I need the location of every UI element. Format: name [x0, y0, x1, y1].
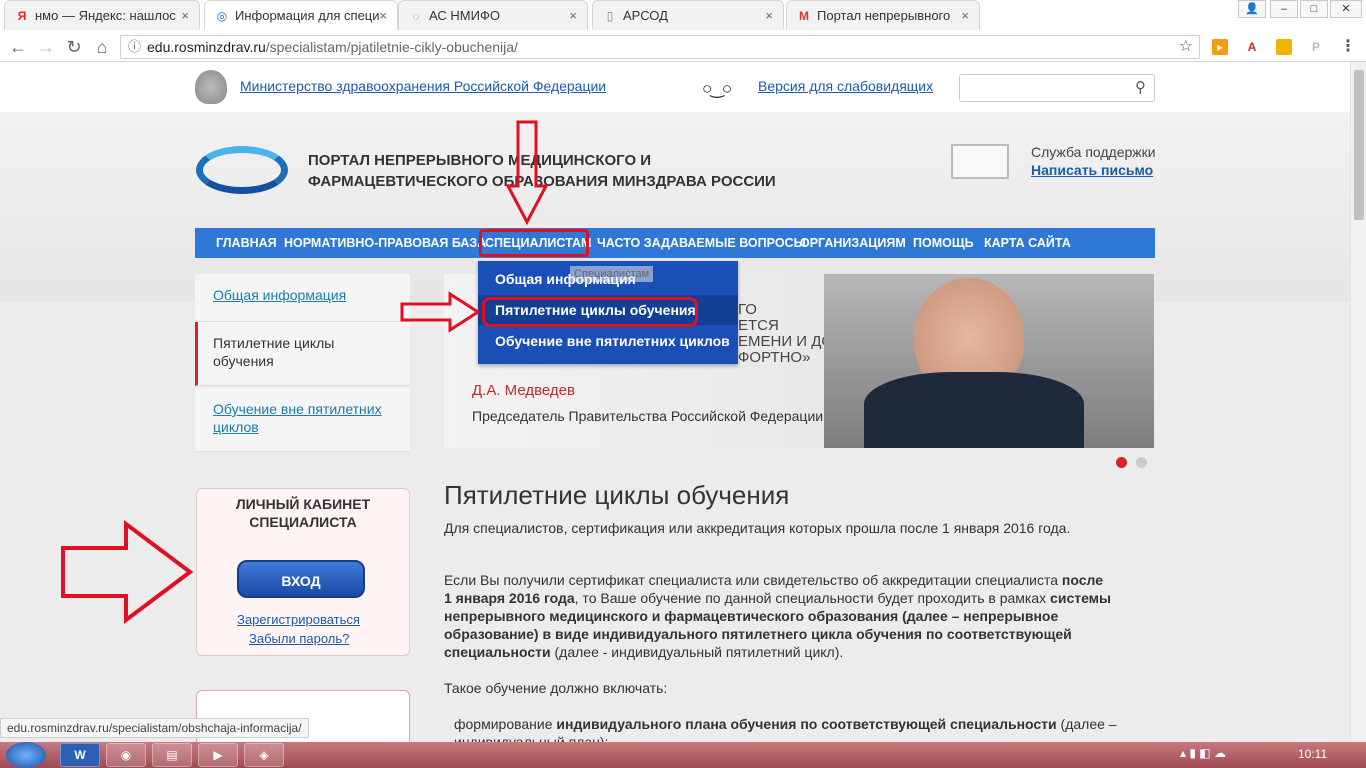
word-taskbar-icon[interactable]: W — [60, 743, 100, 767]
tab-title: АС НМИФО — [429, 8, 500, 23]
extension-icon[interactable]: ▸ — [1212, 39, 1228, 55]
page-icon: ▯ — [606, 9, 614, 23]
loading-icon: ◌ — [412, 9, 420, 23]
menu-icon[interactable]: ⋮ — [1340, 39, 1356, 55]
extension-icon[interactable]: A — [1244, 39, 1260, 55]
extension-icon[interactable] — [1276, 39, 1292, 55]
arrow-right-annotation — [400, 291, 481, 333]
page-scrollbar[interactable] — [1350, 62, 1366, 742]
windows-taskbar: W ◉ ▤ ▶ ◈ ▴ ▮ ◧ ☁ 10:11 — [0, 742, 1366, 768]
profile-icon[interactable]: 👤 — [1238, 0, 1266, 18]
tab-title: Портал непрерывного — [817, 8, 951, 23]
home-icon[interactable]: ⌂ — [90, 35, 114, 59]
close-tab-icon[interactable]: × — [379, 1, 387, 30]
tab-title: АРСОД — [623, 8, 668, 23]
url-host: edu.rosminzdrav.ru — [147, 39, 266, 55]
tab-title: нмо — Яндекс: нашлос — [35, 8, 176, 23]
browser-toolbar: ← → ↻ ⌂ ⓘ edu.rosminzdrav.ru/specialista… — [0, 32, 1366, 62]
gmail-icon: M — [799, 9, 809, 23]
site-favicon-icon: ◎ — [216, 9, 228, 23]
arrow-right-annotation-large — [61, 520, 194, 624]
start-button-icon[interactable] — [6, 742, 46, 768]
tab-title: Информация для специ — [235, 8, 380, 23]
yandex-icon: Я — [17, 9, 27, 23]
close-tab-icon[interactable]: × — [961, 1, 969, 30]
arrow-down-annotation — [505, 120, 549, 226]
clock[interactable]: 10:11 — [1298, 747, 1327, 761]
tab-arsod[interactable]: ▯ АРСОД × — [592, 0, 784, 30]
tab-active[interactable]: ◎ Информация для специ × — [204, 0, 398, 30]
scrollbar-thumb[interactable] — [1354, 70, 1364, 220]
extension-icon[interactable]: P — [1308, 39, 1324, 55]
tray-icons[interactable]: ▴ ▮ ◧ ☁ — [1180, 746, 1226, 760]
tab-portal[interactable]: M Портал непрерывного × — [786, 0, 980, 30]
chrome-taskbar-icon[interactable]: ◉ — [106, 743, 146, 767]
bookmark-star-icon[interactable]: ☆ — [1179, 36, 1193, 58]
annotation-arrows — [61, 120, 549, 624]
itunes-taskbar-icon[interactable]: ◈ — [244, 743, 284, 767]
close-tab-icon[interactable]: × — [181, 1, 189, 30]
address-bar[interactable]: ⓘ edu.rosminzdrav.ru/specialistam/pjatil… — [120, 35, 1200, 59]
maximize-button[interactable]: □ — [1300, 0, 1328, 18]
explorer-taskbar-icon[interactable]: ▤ — [152, 743, 192, 767]
close-window-button[interactable]: ✕ — [1330, 0, 1362, 18]
status-bar-url: edu.rosminzdrav.ru/specialistam/obshchaj… — [0, 718, 309, 738]
media-taskbar-icon[interactable]: ▶ — [198, 743, 238, 767]
forward-icon[interactable]: → — [34, 35, 58, 59]
close-tab-icon[interactable]: × — [765, 1, 773, 30]
minimize-button[interactable]: ‒ — [1270, 0, 1298, 18]
info-icon: ⓘ — [128, 39, 142, 54]
tab-yandex[interactable]: Я нмо — Яндекс: нашлос × — [4, 0, 200, 30]
tab-nmifo[interactable]: ◌ АС НМИФО × — [398, 0, 588, 30]
close-tab-icon[interactable]: × — [569, 1, 577, 30]
web-page: Министерство здравоохранения Российской … — [0, 62, 1350, 742]
url-path: /specialistam/pjatiletnie-cikly-obucheni… — [265, 39, 518, 55]
back-icon[interactable]: ← — [6, 35, 30, 59]
tab-strip: Я нмо — Яндекс: нашлос × ◎ Информация дл… — [0, 0, 1366, 32]
reload-icon[interactable]: ↻ — [62, 35, 86, 59]
